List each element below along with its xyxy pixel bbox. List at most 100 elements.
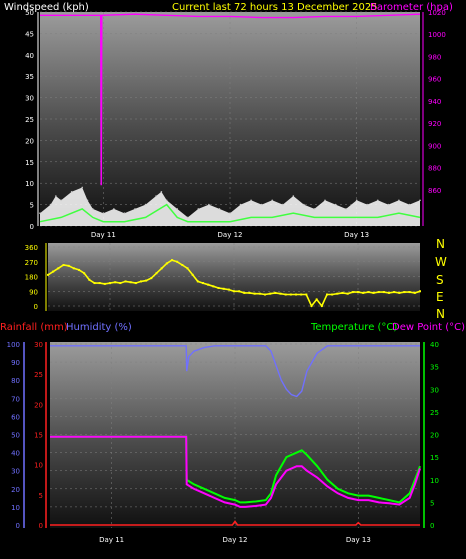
direction-point [227, 288, 230, 291]
direction-point [165, 262, 168, 265]
direction-point [62, 264, 65, 267]
baro-y-tick-label: 900 [428, 142, 441, 150]
direction-point [305, 293, 308, 296]
direction-point [181, 264, 184, 267]
direction-y-tick-label: 0 [34, 303, 38, 311]
windspeed-point [197, 208, 200, 210]
header-barometer-label: Barometer (hpa) [370, 2, 453, 13]
baro-y-tick-label: 940 [428, 98, 441, 106]
humidity-y-tick-label: 90 [11, 359, 20, 367]
direction-point [202, 282, 204, 285]
wind-y-tick-label: 25 [25, 116, 34, 124]
direction-point [408, 291, 411, 294]
rain-y-tick-label: 15 [34, 432, 43, 440]
header-title: Current last 72 hours 13 December 2025 [172, 2, 378, 13]
rainfall-label: Rainfall (mm) [0, 322, 68, 333]
direction-point [253, 292, 256, 295]
direction-point [346, 292, 349, 295]
direction-point [398, 291, 401, 294]
direction-point [67, 264, 70, 267]
humidity-y-tick-label: 80 [11, 377, 20, 385]
rain-y-tick-label: 0 [39, 522, 43, 530]
humidity-y-tick-label: 50 [11, 432, 20, 440]
windspeed-point [324, 199, 326, 202]
direction-y-tick-label: 90 [29, 288, 38, 296]
temp-y-tick-label: 5 [430, 499, 434, 507]
direction-point [150, 277, 153, 280]
direction-point [300, 293, 303, 296]
direction-point [119, 282, 122, 285]
windspeed-point [313, 208, 316, 210]
wind-x-tick-label: Day 12 [218, 231, 243, 239]
rain-y-tick-label: 5 [39, 492, 43, 500]
direction-point [171, 259, 173, 262]
wind-y-tick-label: 45 [25, 30, 34, 38]
direction-point [155, 272, 158, 275]
direction-point [134, 282, 137, 285]
direction-point [295, 293, 297, 296]
windspeed-point [86, 199, 89, 202]
compass-n-bottom: N [436, 307, 445, 321]
windspeed-point [49, 203, 52, 206]
rain-y-tick-label: 25 [34, 371, 43, 379]
direction-point [145, 279, 148, 282]
windspeed-point [186, 216, 189, 219]
windspeed-point [176, 208, 179, 210]
windspeed-point [408, 203, 411, 206]
windspeed-point [239, 203, 242, 206]
temp-y-tick-label: 15 [430, 454, 439, 462]
wind-y-tick-label: 5 [30, 202, 34, 210]
windspeed-point [123, 212, 126, 214]
direction-point [129, 281, 132, 284]
direction-point [284, 293, 287, 296]
direction-point [83, 272, 86, 275]
windspeed-point [91, 208, 94, 210]
compass-e: E [436, 290, 444, 304]
direction-point [176, 260, 179, 263]
wind-y-tick-label: 30 [25, 95, 34, 103]
wind-x-tick-label: Day 11 [91, 231, 116, 239]
windspeed-point [398, 199, 400, 202]
windspeed-point [155, 195, 157, 197]
direction-point [367, 291, 370, 294]
wind-y-tick-label: 10 [25, 180, 34, 188]
direction-point [47, 273, 49, 276]
windspeed-point [303, 203, 305, 206]
windspeed-point [260, 203, 263, 206]
windspeed-point [366, 203, 369, 206]
windspeed-point [387, 203, 390, 206]
direction-point [419, 290, 421, 293]
direction-point [160, 267, 163, 270]
wind-y-tick-label: 40 [25, 52, 34, 60]
humidity-y-tick-label: 20 [11, 486, 20, 494]
direction-point [362, 291, 365, 294]
windspeed-point [292, 195, 295, 197]
rain-y-tick-label: 30 [34, 341, 43, 349]
windspeed-point [229, 212, 231, 214]
dewpoint-label: Dew Point (°C) [392, 322, 465, 333]
windspeed-point [250, 199, 252, 202]
baro-y-tick-label: 1000 [428, 31, 446, 39]
humidity-y-tick-label: 30 [11, 468, 20, 476]
wind-y-tick-label: 35 [25, 73, 34, 81]
windspeed-point [60, 199, 62, 202]
rain-y-tick-label: 20 [34, 401, 43, 409]
baro-y-tick-label: 860 [428, 187, 441, 195]
climate-x-tick-label: Day 13 [346, 536, 371, 544]
baro-y-tick-label: 980 [428, 53, 441, 61]
direction-point [264, 293, 266, 296]
direction-point [57, 267, 60, 270]
climate-x-tick-label: Day 12 [223, 536, 248, 544]
humidity-y-tick-label: 100 [7, 341, 20, 349]
direction-point [393, 291, 396, 294]
direction-point [186, 267, 189, 270]
direction-point [88, 278, 91, 281]
weather-graph-page: 0 5 10 15 20 25 30 35 40 45 50 860 880 900 920 940 960 98… [0, 0, 466, 555]
wind-y-tick-label: 0 [30, 223, 34, 231]
direction-point [222, 287, 225, 290]
temp-y-tick-label: 40 [430, 341, 439, 349]
windspeed-point [208, 203, 210, 206]
windspeed-point [334, 203, 337, 206]
rain-y-tick-label: 10 [34, 462, 43, 470]
temp-y-tick-label: 25 [430, 409, 439, 417]
